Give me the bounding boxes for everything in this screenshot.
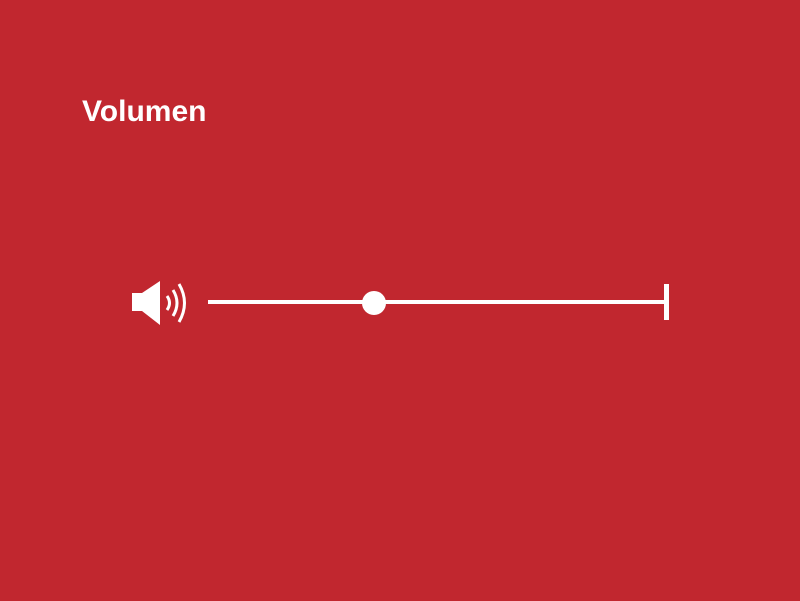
page-title: Volumen	[82, 95, 207, 128]
volume-slider-thumb[interactable]	[361, 291, 386, 315]
volume-screen: Volumen	[0, 0, 800, 601]
volume-control	[130, 278, 680, 326]
volume-slider[interactable]	[208, 278, 672, 326]
volume-slider-max-marker	[664, 284, 669, 320]
volume-slider-track[interactable]	[208, 300, 668, 304]
speaker-volume-icon	[132, 281, 186, 325]
